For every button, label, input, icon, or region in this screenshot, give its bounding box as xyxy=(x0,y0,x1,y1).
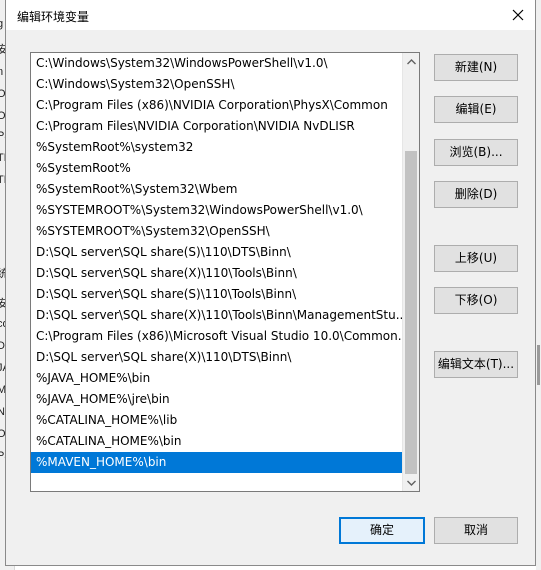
background-scroll-mark xyxy=(537,345,540,385)
cancel-button[interactable]: 取消 xyxy=(434,517,518,544)
path-list-item[interactable]: %SystemRoot%\system32 xyxy=(31,137,402,158)
edit-text-button[interactable]: 编辑文本(T)... xyxy=(434,351,518,378)
screen: g安nOnOPaTETN统安coDrJAMNUOPa 编辑环境变量 C:\Win… xyxy=(0,0,541,570)
path-list-item[interactable]: C:\Program Files (x86)\NVIDIA Corporatio… xyxy=(31,95,402,116)
close-button[interactable] xyxy=(501,0,535,30)
path-list-item[interactable]: C:\Windows\System32\WindowsPowerShell\v1… xyxy=(31,53,402,74)
path-list-item[interactable]: %CATALINA_HOME%\lib xyxy=(31,410,402,431)
path-list-item[interactable]: C:\Windows\System32\OpenSSH\ xyxy=(31,74,402,95)
close-icon xyxy=(512,9,524,21)
path-list-item[interactable]: %MAVEN_HOME%\bin xyxy=(31,452,402,473)
path-list-item[interactable]: %CATALINA_HOME%\bin xyxy=(31,431,402,452)
path-list-item[interactable]: D:\SQL server\SQL share(S)\110\Tools\Bin… xyxy=(31,284,402,305)
path-list-item[interactable]: %SystemRoot%\System32\Wbem xyxy=(31,179,402,200)
path-list[interactable]: C:\Windows\System32\WindowsPowerShell\v1… xyxy=(30,52,420,492)
delete-button[interactable]: 删除(D) xyxy=(434,181,518,208)
ok-button[interactable]: 确定 xyxy=(339,517,425,544)
background-glyph: n xyxy=(0,66,3,78)
background-glyph: g xyxy=(0,18,3,30)
chevron-down-icon xyxy=(406,480,416,486)
edit-env-var-dialog: 编辑环境变量 C:\Windows\System32\WindowsPowerS… xyxy=(5,0,536,566)
path-list-item[interactable]: D:\SQL server\SQL share(X)\110\Tools\Bin… xyxy=(31,263,402,284)
path-list-item[interactable]: C:\Program Files (x86)\Microsoft Visual … xyxy=(31,326,402,347)
path-list-item[interactable]: %JAVA_HOME%\bin xyxy=(31,368,402,389)
move-up-button[interactable]: 上移(U) xyxy=(434,245,518,272)
path-list-item[interactable]: %SYSTEMROOT%\System32\OpenSSH\ xyxy=(31,221,402,242)
scroll-up-button[interactable] xyxy=(403,53,419,70)
move-down-button[interactable]: 下移(O) xyxy=(434,287,518,314)
path-list-item[interactable]: %JAVA_HOME%\jre\bin xyxy=(31,389,402,410)
new-button[interactable]: 新建(N) xyxy=(434,54,518,81)
path-list-item[interactable]: D:\SQL server\SQL share(X)\110\DTS\Binn\ xyxy=(31,347,402,368)
path-list-item[interactable]: %SYSTEMROOT%\System32\WindowsPowerShell\… xyxy=(31,200,402,221)
vertical-scrollbar[interactable] xyxy=(402,53,419,491)
edit-button[interactable]: 编辑(E) xyxy=(434,96,518,123)
dialog-title: 编辑环境变量 xyxy=(17,10,90,24)
path-list-item[interactable]: D:\SQL server\SQL share(S)\110\DTS\Binn\ xyxy=(31,242,402,263)
path-list-item[interactable]: %SystemRoot% xyxy=(31,158,402,179)
background-window-right xyxy=(536,0,541,570)
title-bar: 编辑环境变量 xyxy=(6,0,535,30)
path-list-items: C:\Windows\System32\WindowsPowerShell\v1… xyxy=(31,53,402,473)
path-list-item[interactable]: C:\Program Files\NVIDIA Corporation\NVID… xyxy=(31,116,402,137)
scroll-thumb[interactable] xyxy=(405,150,417,474)
path-list-item[interactable]: D:\SQL server\SQL share(X)\110\Tools\Bin… xyxy=(31,305,402,326)
browse-button[interactable]: 浏览(B)... xyxy=(434,139,518,166)
scroll-down-button[interactable] xyxy=(403,474,419,491)
chevron-up-icon xyxy=(406,58,416,64)
